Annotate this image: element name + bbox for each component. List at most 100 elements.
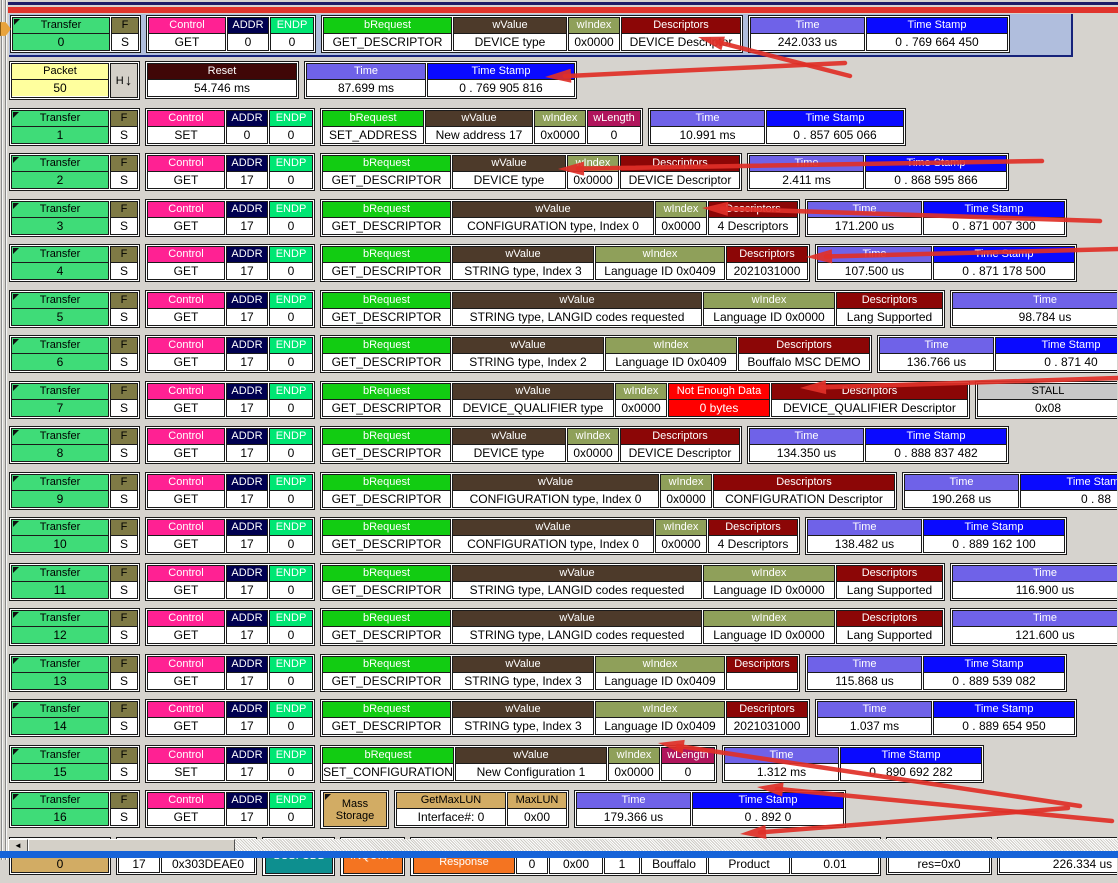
control-header[interactable]: Control [148,520,224,536]
descriptors-value[interactable]: Lang Supported [837,627,942,643]
brequest-value[interactable]: SET_CONFIGURATION [323,764,453,780]
time-value[interactable]: 1.312 ms [725,764,838,780]
wvalue-value[interactable]: STRING type, Index 3 [453,263,593,279]
time-header[interactable]: Time [577,793,690,809]
time-header[interactable]: Time [725,748,838,764]
expand-marker-icon[interactable] [13,385,19,391]
f-header[interactable]: F [111,520,137,536]
windex-header[interactable]: wIndex [606,338,736,354]
expand-marker-icon[interactable] [325,794,331,800]
time-stamp-header[interactable]: Time Stamp [693,793,843,809]
brequest-header[interactable]: bRequest [323,293,450,309]
wlength-value[interactable]: 0 [662,764,714,780]
windex-header[interactable]: wIndex [569,18,619,34]
brequest-header[interactable]: bRequest [323,247,450,263]
windex-header[interactable]: wIndex [596,702,724,718]
transfer-6-row[interactable]: Transfer6FSControlGETADDR17ENDP0bRequest… [9,335,1117,373]
f-value[interactable]: S [111,127,137,143]
packet-50-row[interactable]: Packet50H↓Reset54.746 msTime87.699 msTim… [9,61,1117,100]
transfer-value[interactable]: 9 [12,491,108,507]
wvalue-value[interactable]: CONFIGURATION type, Index 0 [453,491,658,507]
wvalue-value[interactable]: STRING type, Index 3 [453,718,593,734]
wlength-header[interactable]: wLength [588,111,640,127]
addr-value[interactable]: 17 [227,718,267,734]
not-enough-data-value[interactable]: 0 bytes [669,400,769,416]
wvalue-header[interactable]: wValue [453,338,603,354]
transfer-header[interactable]: Transfer [12,247,108,263]
time-stamp-value[interactable]: 0 . 769 905 816 [428,80,574,96]
f-value[interactable]: S [111,809,137,825]
time-value[interactable]: 134.350 us [750,445,863,461]
time-value[interactable]: 1.037 ms [818,718,931,734]
transfer-header[interactable]: Transfer [12,156,108,172]
wvalue-header[interactable]: wValue [453,520,653,536]
wvalue-header[interactable]: wValue [453,566,701,582]
transfer-header[interactable]: Transfer [12,202,108,218]
packet-header[interactable]: Packet [12,64,108,80]
transfer-0-row[interactable]: Transfer0FSControlGETADDR0ENDP0bRequestG… [10,15,1015,53]
time-stamp-value[interactable]: 0 . 889 162 100 [924,536,1064,552]
expand-marker-icon[interactable] [13,567,19,573]
transfer-12-row[interactable]: Transfer12FSControlGETADDR17ENDP0bReques… [9,608,1117,646]
windex-value[interactable]: Language ID 0x0409 [596,718,724,734]
expand-marker-icon[interactable] [13,794,19,800]
time-value[interactable]: 242.033 us [751,34,864,50]
f-header[interactable]: F [111,247,137,263]
windex-header[interactable]: wIndex [704,566,834,582]
expand-marker-icon[interactable] [13,612,19,618]
transfer-value[interactable]: 3 [12,218,108,234]
wvalue-header[interactable]: wValue [426,111,532,127]
brequest-header[interactable]: bRequest [323,520,450,536]
f-header[interactable]: F [111,657,137,673]
f-header[interactable]: F [112,18,138,34]
maxlun-header[interactable]: MaxLUN [508,793,566,809]
control-header[interactable]: Control [148,611,224,627]
brequest-header[interactable]: bRequest [323,202,450,218]
time-header[interactable]: Time [751,18,864,34]
transfer-8-row[interactable]: Transfer8FSControlGETADDR17ENDP0bRequest… [9,426,1117,464]
time-stamp-header[interactable]: Time Stamp [866,429,1006,445]
wvalue-value[interactable]: CONFIGURATION type, Index 0 [453,218,653,234]
f-value[interactable]: S [111,764,137,780]
control-header[interactable]: Control [148,702,224,718]
f-value[interactable]: S [111,491,137,507]
windex-header[interactable]: wIndex [656,202,706,218]
addr-header[interactable]: ADDR [227,338,267,354]
control-value[interactable]: SET [148,764,224,780]
endp-header[interactable]: ENDP [270,202,312,218]
time-header[interactable]: Time [307,64,425,80]
f-header[interactable]: F [111,611,137,627]
addr-header[interactable]: ADDR [227,247,267,263]
addr-value[interactable]: 0 [227,127,267,143]
transfer-value[interactable]: 7 [12,400,108,416]
f-value[interactable]: S [111,400,137,416]
control-header[interactable]: Control [148,202,224,218]
endp-header[interactable]: ENDP [270,520,312,536]
transfer-value[interactable]: 10 [12,536,108,552]
time-value[interactable]: 179.366 us [577,809,690,825]
transfer-value[interactable]: 5 [12,309,108,325]
endp-header[interactable]: ENDP [270,111,312,127]
control-value[interactable]: GET [148,718,224,734]
descriptors-value[interactable]: 2021031000 [727,263,807,279]
f-header[interactable]: F [111,156,137,172]
time-value[interactable]: 98.784 us [953,309,1117,325]
windex-header[interactable]: wIndex [568,429,618,445]
control-value[interactable]: GET [148,627,224,643]
time-stamp-value[interactable]: 0 . 857 605 066 [767,127,903,143]
time-header[interactable]: Time [880,338,993,354]
addr-header[interactable]: ADDR [227,793,267,809]
addr-value[interactable]: 17 [227,764,267,780]
control-header[interactable]: Control [148,566,224,582]
time-stamp-value[interactable]: 0 . 889 654 950 [934,718,1074,734]
windex-header[interactable]: wIndex [704,293,834,309]
endp-header[interactable]: ENDP [270,702,312,718]
control-value[interactable]: GET [148,491,224,507]
windex-value[interactable]: Language ID 0x0000 [704,309,834,325]
wvalue-value[interactable]: STRING type, LANGID codes requested [453,582,701,598]
time-value[interactable]: 115.868 us [808,673,921,689]
wvalue-header[interactable]: wValue [453,202,653,218]
control-header[interactable]: Control [148,475,224,491]
endp-value[interactable]: 0 [270,673,312,689]
expand-marker-icon[interactable] [13,703,19,709]
